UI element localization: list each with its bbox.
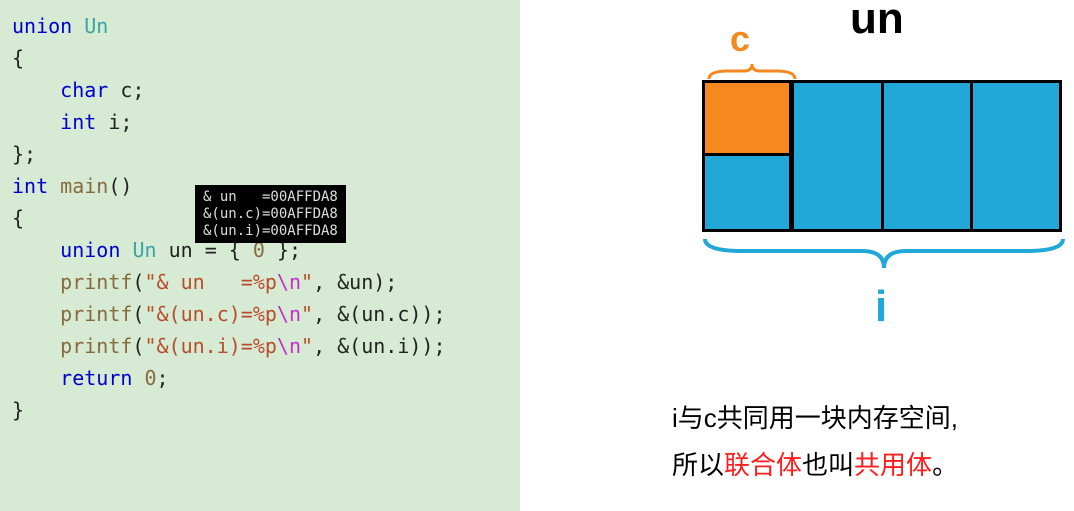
memory-cell — [884, 83, 973, 229]
code-text: ( — [132, 270, 144, 294]
code-type: Un — [132, 238, 156, 262]
code-func: printf — [60, 302, 132, 326]
code-str: " — [301, 302, 313, 326]
code-str: "&(un.c)=%p — [144, 302, 276, 326]
code-text: , &un); — [313, 270, 397, 294]
code-esc: \n — [277, 334, 301, 358]
code-text: , &(un.i)); — [313, 334, 445, 358]
code-str: "&(un.i)=%p — [144, 334, 276, 358]
code-esc: \n — [277, 270, 301, 294]
explain-line2c: 也叫 — [802, 450, 854, 480]
code-text: ; — [157, 366, 169, 390]
code-kw: int — [60, 110, 96, 134]
code-kw: union — [60, 238, 120, 262]
code-brace: { — [12, 46, 24, 70]
code-kw: char — [60, 78, 108, 102]
c-brace-icon — [706, 62, 802, 82]
explain-red: 联合体 — [724, 450, 802, 480]
memory-cell — [794, 83, 883, 229]
code-panel: union Un { char c; int i; }; int main() … — [0, 0, 520, 511]
memory-cell — [973, 83, 1059, 229]
code-brace: }; — [12, 142, 36, 166]
code-text: c; — [108, 78, 144, 102]
code-kw: union — [12, 14, 72, 38]
explain-line2e: 。 — [932, 450, 958, 480]
i-brace-icon — [702, 236, 1066, 276]
explain-line1: i与c共同用一块内存空间, — [672, 403, 958, 433]
memory-cell-c — [702, 80, 792, 156]
un-label: un — [850, 0, 904, 44]
code-func: printf — [60, 334, 132, 358]
code-text: ( — [132, 334, 144, 358]
code-func: main — [60, 174, 108, 198]
code-kw: return — [60, 366, 132, 390]
code-text: i; — [96, 110, 132, 134]
code-func: printf — [60, 270, 132, 294]
code-esc: \n — [277, 302, 301, 326]
code-type: Un — [84, 14, 108, 38]
code-text: () — [108, 174, 132, 198]
code-brace: } — [12, 398, 24, 422]
explain-line2a: 所以 — [672, 450, 724, 480]
code-brace: { — [12, 206, 24, 230]
output-tooltip: & un =00AFFDA8 &(un.c)=00AFFDA8 &(un.i)=… — [195, 185, 346, 243]
explain-red: 共用体 — [854, 450, 932, 480]
code-text: , &(un.c)); — [313, 302, 445, 326]
c-label: c — [730, 18, 750, 60]
code-str: "& un =%p — [144, 270, 276, 294]
code-str: " — [301, 334, 313, 358]
diagram-panel: un c i i与c共同用一块内存空间, 所以联合体也叫共用体。 — [520, 0, 1074, 511]
code-str: " — [301, 270, 313, 294]
explanation-text: i与c共同用一块内存空间, 所以联合体也叫共用体。 — [672, 395, 958, 489]
i-label: i — [875, 282, 887, 332]
code-num: 0 — [144, 366, 156, 390]
code-text: ( — [132, 302, 144, 326]
memory-cell-c-lower — [702, 156, 792, 232]
code-kw: int — [12, 174, 48, 198]
